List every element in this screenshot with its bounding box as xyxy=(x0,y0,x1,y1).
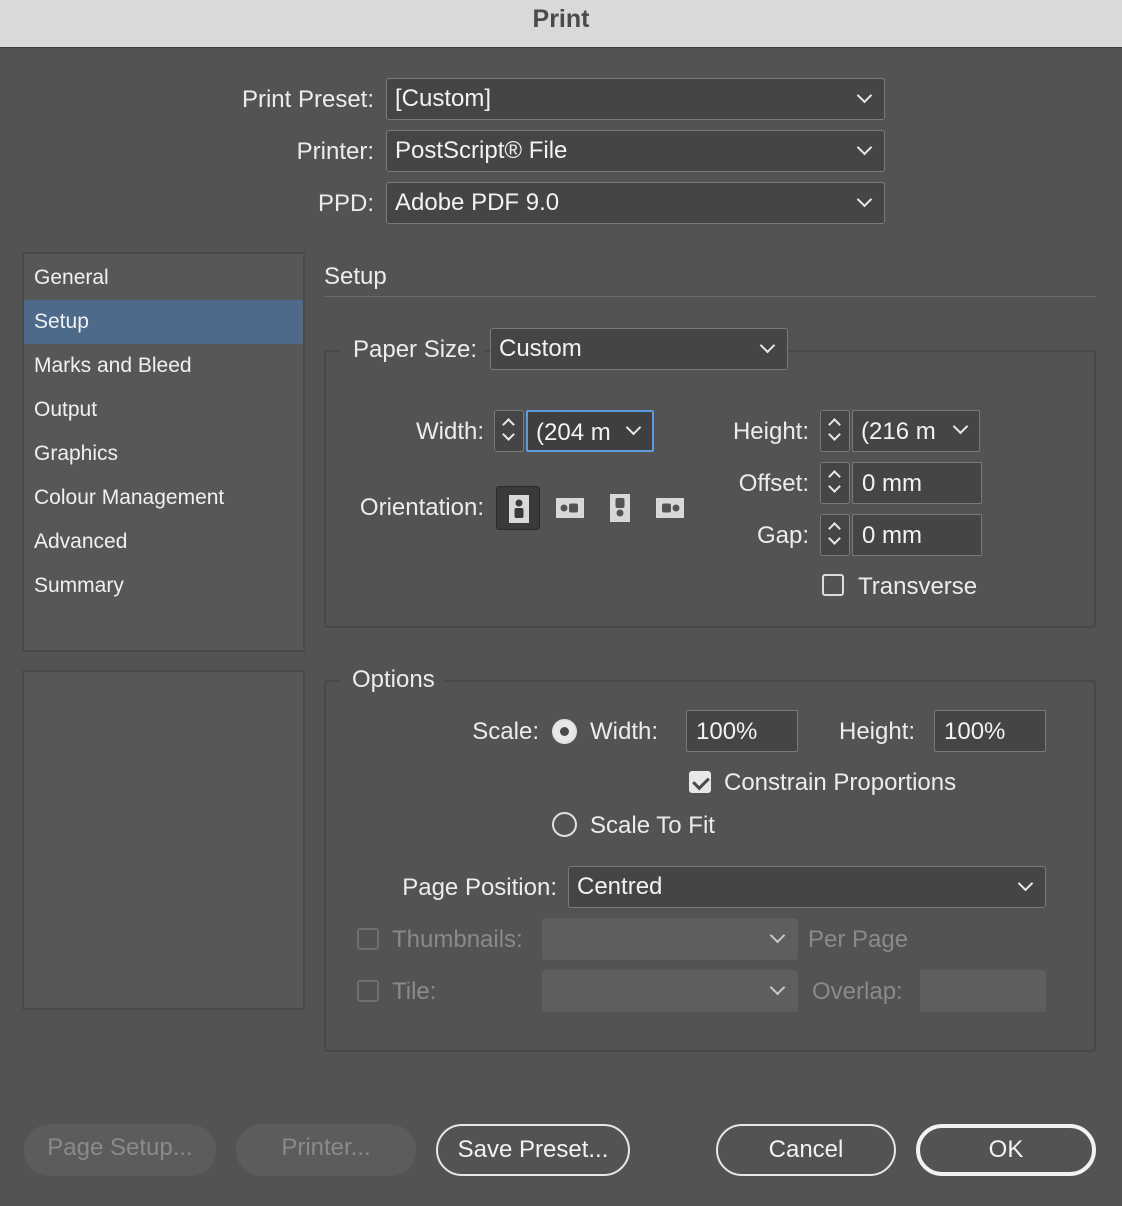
section-heading: Setup xyxy=(324,263,387,290)
width-stepper[interactable] xyxy=(494,410,524,452)
transverse-checkbox[interactable] xyxy=(822,574,844,596)
sidebar-item-setup[interactable]: Setup xyxy=(24,300,303,344)
printer-button[interactable]: Printer... xyxy=(236,1124,416,1176)
offset-label: Offset: xyxy=(738,470,809,497)
print-preset-value: [Custom] xyxy=(395,85,492,112)
sidebar-item-colour-management[interactable]: Colour Management xyxy=(24,476,303,520)
page-position-value: Centred xyxy=(577,873,663,900)
paper-size-select[interactable]: Custom xyxy=(490,328,788,370)
overlap-field[interactable] xyxy=(920,970,1046,1012)
chevron-down-icon xyxy=(759,337,776,354)
category-sidebar: General Setup Marks and Bleed Output Gra… xyxy=(22,252,305,652)
chevron-down-icon[interactable] xyxy=(625,419,642,436)
ok-button[interactable]: OK xyxy=(916,1124,1096,1176)
gap-value: 0 mm xyxy=(862,522,922,549)
ppd-label: PPD: xyxy=(317,190,374,217)
page-setup-button[interactable]: Page Setup... xyxy=(24,1124,216,1176)
constrain-proportions-label: Constrain Proportions xyxy=(724,769,957,796)
reverse-landscape-icon xyxy=(656,498,684,518)
chevron-down-icon xyxy=(502,428,515,441)
tile-label: Tile: xyxy=(392,978,437,1005)
scale-to-fit-radio[interactable] xyxy=(552,812,577,837)
offset-stepper[interactable] xyxy=(820,462,850,504)
chevron-down-icon xyxy=(856,191,873,208)
orientation-reverse-landscape-button[interactable] xyxy=(648,486,692,530)
chevron-down-icon xyxy=(828,428,841,441)
options-heading: Options xyxy=(340,666,443,694)
scale-label: Scale: xyxy=(472,718,539,745)
sidebar-item-output[interactable]: Output xyxy=(24,388,303,432)
orientation-reverse-portrait-button[interactable] xyxy=(598,486,642,530)
scale-height-field[interactable]: 100% xyxy=(934,710,1046,752)
orientation-label: Orientation: xyxy=(359,494,484,521)
portrait-icon xyxy=(509,495,529,523)
orientation-portrait-button[interactable] xyxy=(496,486,540,530)
scale-width-field[interactable]: 100% xyxy=(686,710,798,752)
paper-size-label: Paper Size: xyxy=(340,336,486,364)
tile-select[interactable] xyxy=(542,970,798,1012)
tile-checkbox[interactable] xyxy=(357,980,379,1002)
overlap-label: Overlap: xyxy=(812,978,903,1005)
reverse-portrait-icon xyxy=(610,494,630,522)
chevron-down-icon xyxy=(828,532,841,545)
thumbnails-checkbox[interactable] xyxy=(357,928,379,950)
chevron-down-icon xyxy=(769,979,786,996)
page-position-label: Page Position: xyxy=(402,874,557,901)
scale-height-label: Height: xyxy=(839,718,916,745)
cancel-button[interactable]: Cancel xyxy=(716,1124,896,1176)
thumbnails-label: Thumbnails: xyxy=(392,926,523,953)
constrain-proportions-checkbox[interactable] xyxy=(689,771,711,793)
print-preset-select[interactable]: [Custom] xyxy=(386,78,885,120)
transverse-label: Transverse xyxy=(858,573,978,600)
scale-height-value: 100% xyxy=(944,718,1006,745)
chevron-down-icon[interactable] xyxy=(952,418,969,435)
ppd-select[interactable]: Adobe PDF 9.0 xyxy=(386,182,885,224)
sidebar-item-general[interactable]: General xyxy=(24,256,303,300)
chevron-down-icon xyxy=(828,480,841,493)
page-preview-pane xyxy=(22,670,305,1010)
offset-field[interactable]: 0 mm xyxy=(852,462,982,504)
height-value: (216 m xyxy=(861,418,936,445)
width-label: Width: xyxy=(415,418,484,445)
printer-label: Printer: xyxy=(296,138,374,165)
width-field[interactable]: (204 m xyxy=(526,410,654,452)
chevron-down-icon xyxy=(856,87,873,104)
per-page-label: Per Page xyxy=(808,926,909,953)
print-preset-label: Print Preset: xyxy=(241,86,374,113)
scale-width-value: 100% xyxy=(696,718,758,745)
scale-radio[interactable] xyxy=(552,719,577,744)
landscape-icon xyxy=(556,498,584,518)
scale-to-fit-label: Scale To Fit xyxy=(590,812,715,839)
window-title: Print xyxy=(532,5,590,33)
chevron-down-icon xyxy=(769,927,786,944)
printer-value: PostScript® File xyxy=(395,137,568,164)
sidebar-item-marks-and-bleed[interactable]: Marks and Bleed xyxy=(24,344,303,388)
scale-width-label: Width: xyxy=(590,718,659,745)
width-value: (204 m xyxy=(536,419,611,446)
sidebar-item-summary[interactable]: Summary xyxy=(24,564,303,608)
paper-size-value: Custom xyxy=(499,335,582,362)
page-position-select[interactable]: Centred xyxy=(568,866,1046,908)
gap-field[interactable]: 0 mm xyxy=(852,514,982,556)
height-field[interactable]: (216 m xyxy=(852,410,980,452)
gap-label: Gap: xyxy=(756,522,809,549)
height-label: Height: xyxy=(732,418,809,445)
gap-stepper[interactable] xyxy=(820,514,850,556)
chevron-down-icon xyxy=(856,139,873,156)
height-stepper[interactable] xyxy=(820,410,850,452)
chevron-down-icon xyxy=(1017,875,1034,892)
save-preset-button[interactable]: Save Preset... xyxy=(436,1124,630,1176)
offset-value: 0 mm xyxy=(862,470,922,497)
heading-divider xyxy=(324,296,1096,297)
sidebar-item-graphics[interactable]: Graphics xyxy=(24,432,303,476)
sidebar-item-advanced[interactable]: Advanced xyxy=(24,520,303,564)
ppd-value: Adobe PDF 9.0 xyxy=(395,189,560,216)
title-bar: Print xyxy=(0,0,1122,48)
printer-select[interactable]: PostScript® File xyxy=(386,130,885,172)
orientation-landscape-button[interactable] xyxy=(548,486,592,530)
thumbnails-select[interactable] xyxy=(542,918,798,960)
